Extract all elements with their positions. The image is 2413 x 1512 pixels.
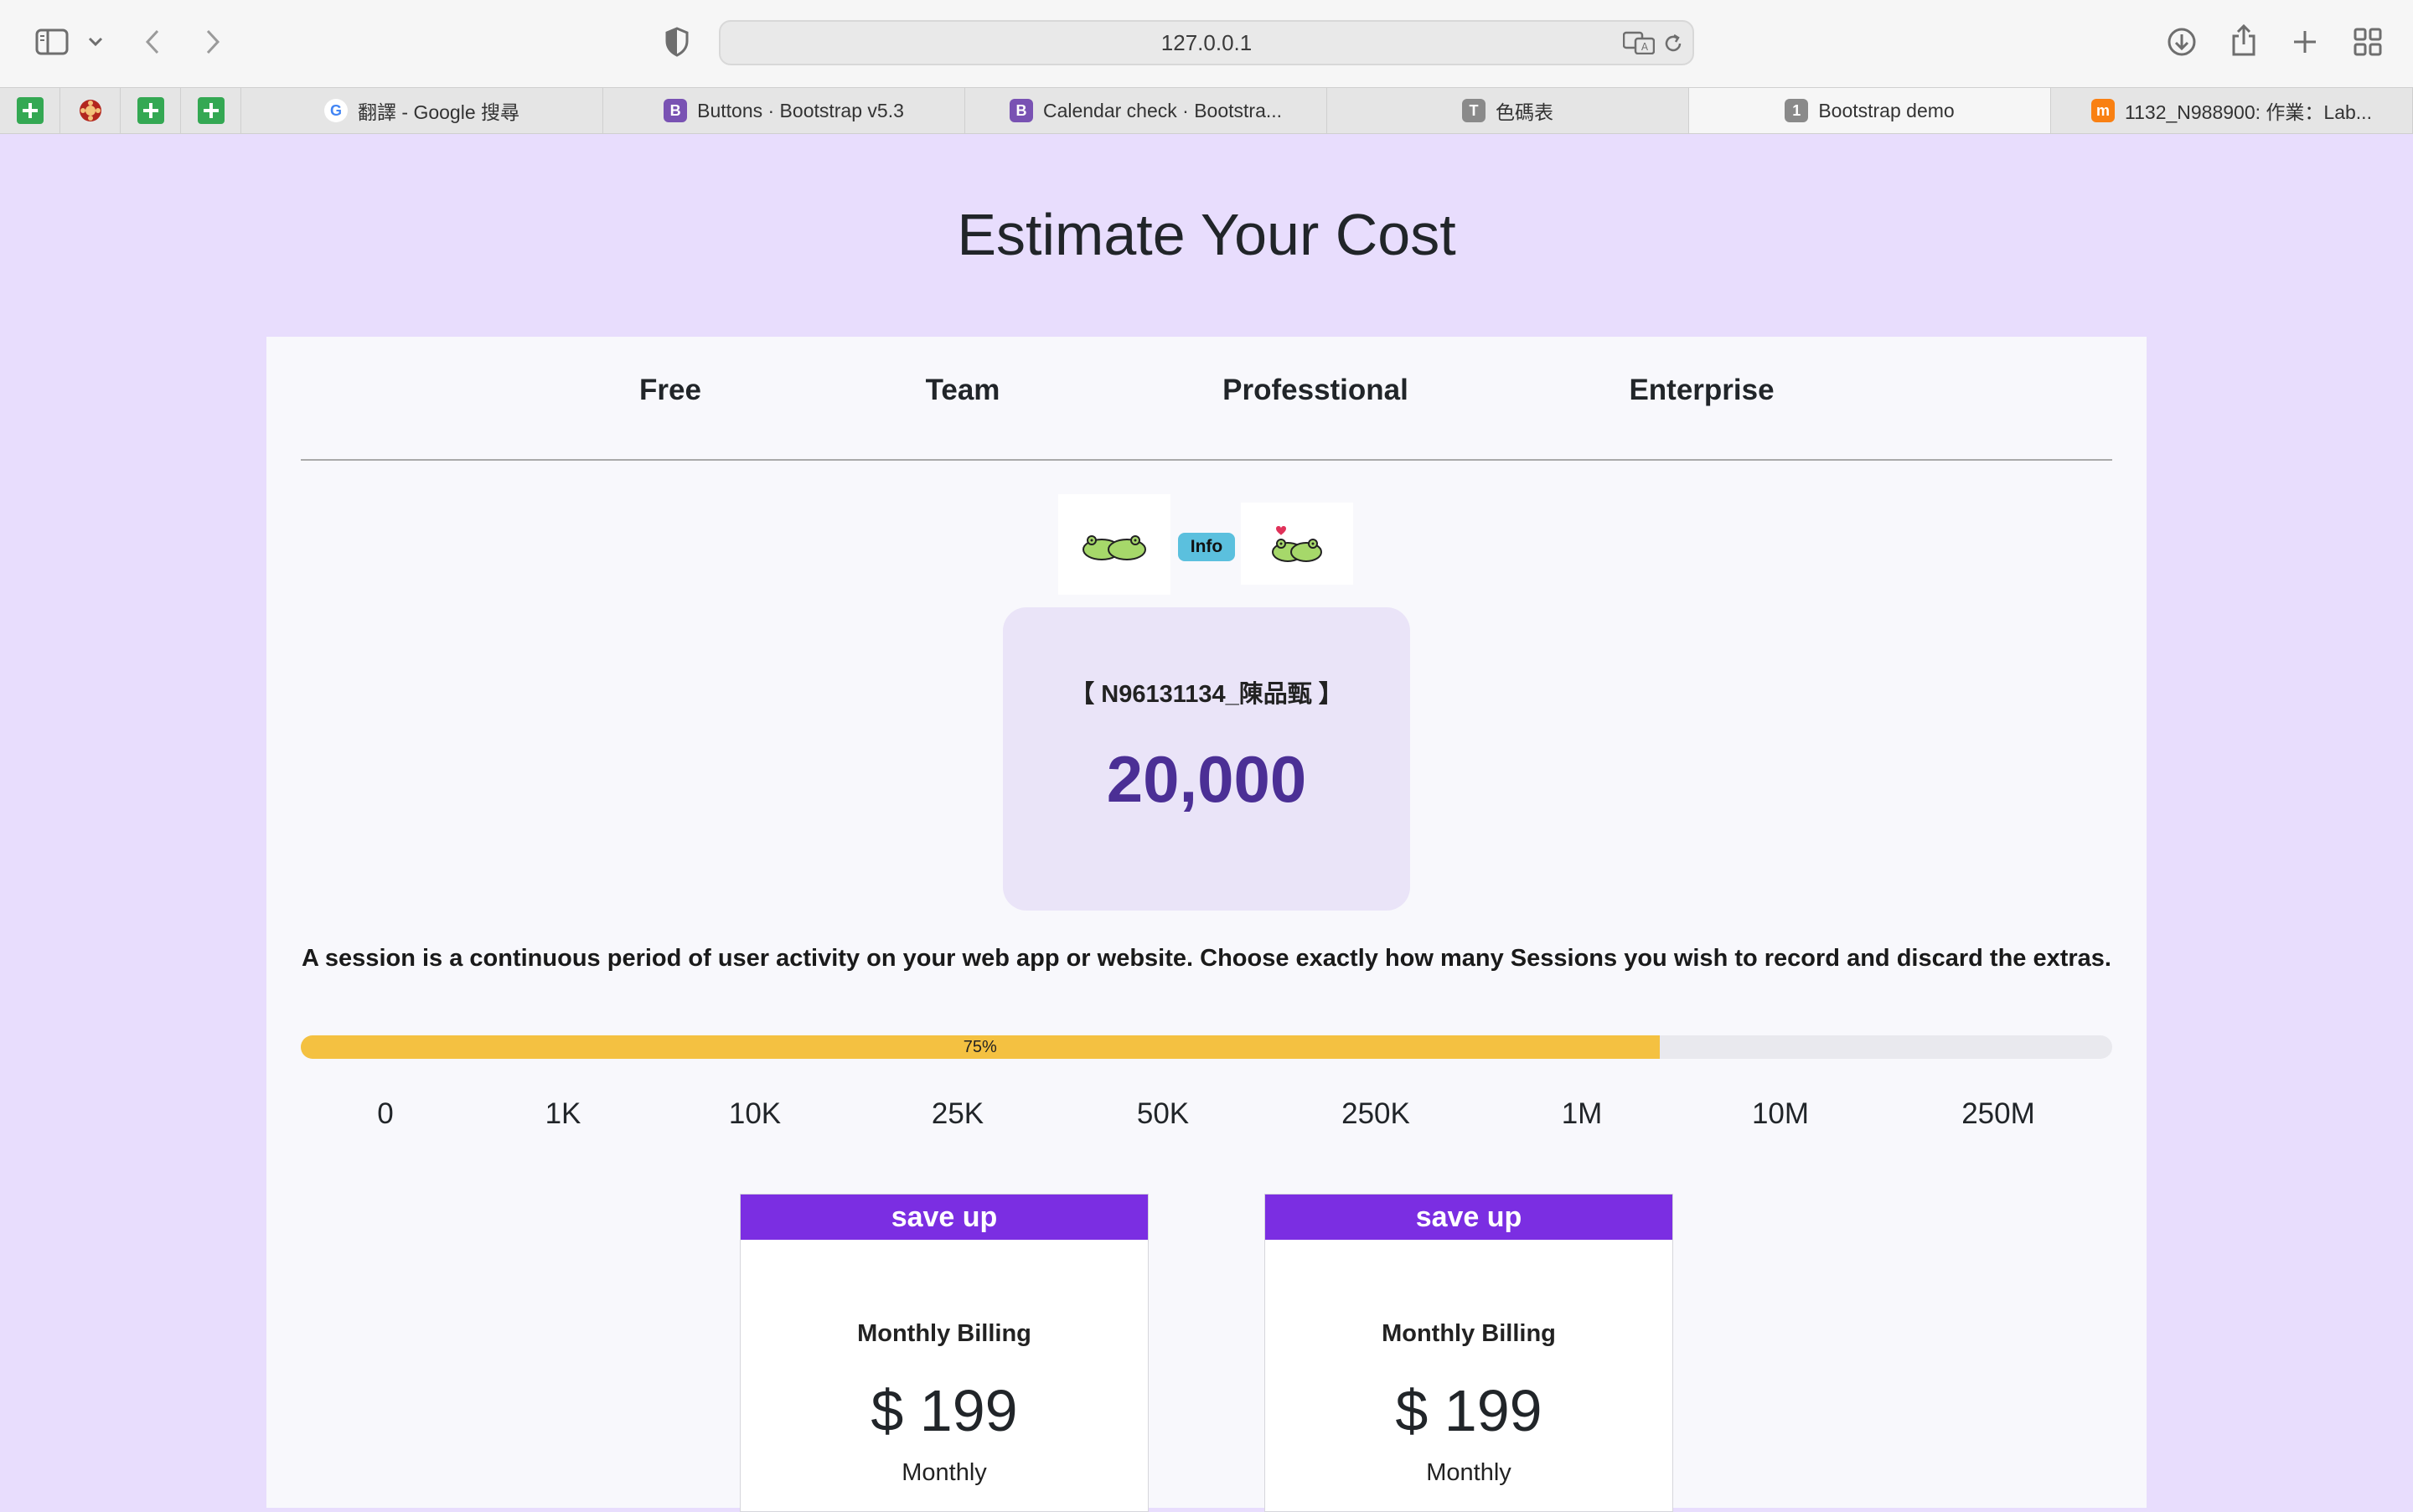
letter-favicon-icon: T <box>1462 99 1486 122</box>
page-title: Estimate Your Cost <box>957 202 1456 267</box>
translate-icon[interactable]: A <box>1622 30 1656 55</box>
pricing-card: save up Monthly Billing $ 199 Monthly <box>1264 1194 1673 1512</box>
svg-text:A: A <box>1641 41 1649 53</box>
scale-tick: 25K <box>931 1097 984 1130</box>
scale-tick: 10K <box>728 1097 782 1130</box>
scale-tick: 250K <box>1341 1097 1410 1130</box>
scale-tick: 250M <box>1961 1097 2035 1130</box>
progress-fill: 75% <box>301 1035 1660 1059</box>
google-sheets-icon <box>137 97 164 124</box>
google-sheets-icon <box>197 97 225 124</box>
google-favicon-icon: G <box>324 99 348 122</box>
url-text: 127.0.0.1 <box>1160 29 1253 55</box>
frog-illustration-icon <box>1082 535 1146 560</box>
estimate-card: Free Team Professtional Enterprise Info … <box>266 337 2147 1512</box>
price-amount: $ 199 <box>1395 1378 1542 1443</box>
plan-tab-professional[interactable]: Professtional <box>1222 374 1408 407</box>
share-icon[interactable] <box>2229 22 2259 59</box>
progress-label: 75% <box>963 1037 997 1056</box>
tab-color-chart[interactable]: T 色碼表 <box>1327 88 1689 133</box>
plan-tab-free[interactable]: Free <box>639 374 701 407</box>
new-tab-icon[interactable] <box>2290 25 2320 59</box>
tab-title: Calendar check · Bootstra... <box>1042 99 1283 121</box>
google-sheets-icon <box>16 97 44 124</box>
frog-image-right <box>1241 503 1353 585</box>
chevron-down-icon[interactable] <box>84 30 107 54</box>
sessions-stat-card: 【 N96131134_陳品甄 】 20,000 <box>1003 607 1410 911</box>
scale-tick: 10M <box>1751 1097 1810 1130</box>
session-scale: 0 1K 10K 25K 50K 250K 1M 10M 250M <box>266 1097 2147 1134</box>
browser-toolbar: 127.0.0.1 A <box>0 0 2413 87</box>
pricing-card: save up Monthly Billing $ 199 Monthly <box>740 1194 1149 1512</box>
student-label: 【 N96131134_陳品甄 】 <box>1070 681 1343 708</box>
tab-google-translate[interactable]: G 翻譯 - Google 搜尋 <box>241 88 603 133</box>
privacy-shield-icon[interactable] <box>662 25 692 59</box>
sessions-value: 20,000 <box>1106 742 1307 816</box>
bootstrap-favicon-icon: B <box>1009 99 1033 122</box>
billing-title: Monthly Billing <box>857 1320 1031 1347</box>
tab-moodle-lab[interactable]: m 1132_N988900: 作業：Lab... <box>2051 88 2413 133</box>
address-bar[interactable]: 127.0.0.1 A <box>719 20 1694 65</box>
reload-icon[interactable] <box>1661 31 1686 56</box>
bootstrap-favicon-icon: B <box>664 99 688 122</box>
session-description: A session is a continuous period of user… <box>302 945 2111 972</box>
save-up-banner: save up <box>741 1195 1148 1240</box>
frog-heart-illustration-icon <box>1272 526 1322 562</box>
billing-period: Monthly <box>902 1459 987 1486</box>
university-logo-icon <box>79 100 101 121</box>
tab-title: 1132_N988900: 作業：Lab... <box>2125 101 2372 123</box>
pinned-tab[interactable] <box>181 88 241 133</box>
tab-bar: G 翻譯 - Google 搜尋 B Buttons · Bootstrap v… <box>0 87 2413 134</box>
divider <box>301 459 2112 461</box>
billing-title: Monthly Billing <box>1382 1320 1556 1347</box>
tab-overview-icon[interactable] <box>2351 25 2385 59</box>
downloads-icon[interactable] <box>2165 25 2199 59</box>
tab-bootstrap-calendar[interactable]: B Calendar check · Bootstra... <box>965 88 1327 133</box>
letter-favicon-icon: 1 <box>1785 99 1809 122</box>
back-icon[interactable] <box>137 25 168 59</box>
tab-bootstrap-demo[interactable]: 1 Bootstrap demo <box>1689 88 2051 133</box>
frog-image-left <box>1058 494 1170 595</box>
scale-tick: 1M <box>1561 1097 1603 1130</box>
plan-tab-team[interactable]: Team <box>926 374 1000 407</box>
forward-icon[interactable] <box>198 25 228 59</box>
save-up-banner: save up <box>1265 1195 1672 1240</box>
scale-tick: 50K <box>1136 1097 1190 1130</box>
plan-tabs: Free Team Professtional Enterprise <box>266 337 2147 459</box>
tab-bootstrap-buttons[interactable]: B Buttons · Bootstrap v5.3 <box>603 88 965 133</box>
moodle-favicon-icon: m <box>2091 99 2116 122</box>
tab-title: Bootstrap demo <box>1818 99 1955 121</box>
pinned-tab[interactable] <box>0 88 60 133</box>
pinned-tab[interactable] <box>60 88 121 133</box>
tab-title: Buttons · Bootstrap v5.3 <box>697 99 904 121</box>
scale-tick: 1K <box>545 1097 581 1130</box>
scale-tick: 0 <box>377 1097 394 1130</box>
tab-title: 色碼表 <box>1496 101 1553 123</box>
billing-period: Monthly <box>1426 1459 1511 1486</box>
price-amount: $ 199 <box>871 1378 1018 1443</box>
info-badge[interactable]: Info <box>1178 533 1235 561</box>
tab-title: 翻譯 - Google 搜尋 <box>358 101 519 123</box>
sessions-progress-bar[interactable]: 75% <box>301 1035 2112 1059</box>
sidebar-toggle-icon[interactable] <box>34 25 70 59</box>
pinned-tab[interactable] <box>121 88 181 133</box>
plan-tab-enterprise[interactable]: Enterprise <box>1629 374 1774 407</box>
